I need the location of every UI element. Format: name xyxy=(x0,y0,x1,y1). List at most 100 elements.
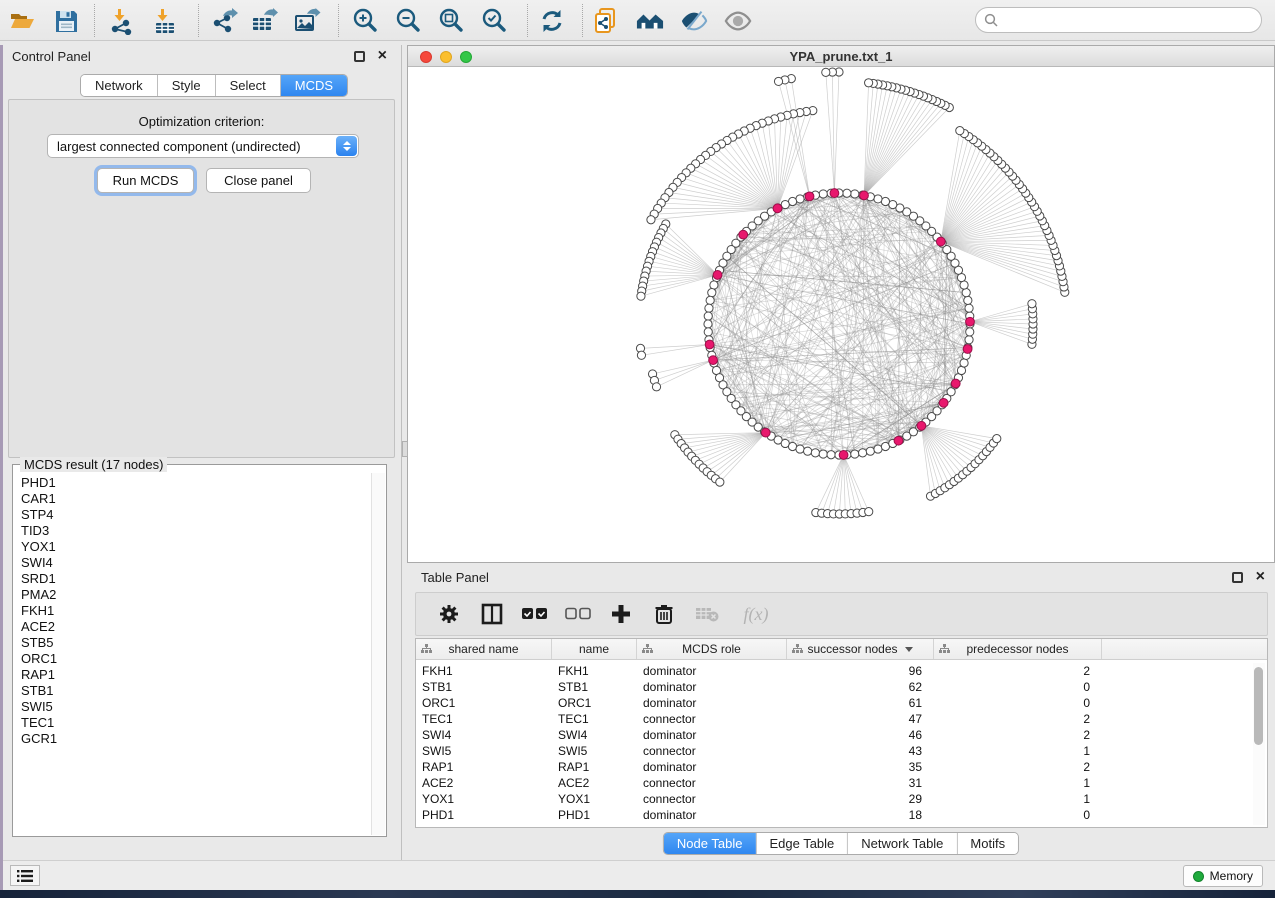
table-cell[interactable]: dominator xyxy=(637,695,787,711)
network-overview-icon[interactable] xyxy=(636,7,664,35)
mcds-result-item[interactable]: PMA2 xyxy=(21,587,372,603)
tab-mcds[interactable]: MCDS xyxy=(281,75,347,96)
mcds-result-list[interactable]: PHD1CAR1STP4TID3YOX1SWI4SRD1PMA2FKH1ACE2… xyxy=(14,473,372,835)
network-node[interactable] xyxy=(827,451,835,459)
network-node[interactable] xyxy=(796,195,804,203)
network-node[interactable] xyxy=(774,77,782,85)
network-node[interactable] xyxy=(819,450,827,458)
network-window-titlebar[interactable]: YPA_prune.txt_1 xyxy=(408,46,1274,67)
table-row[interactable]: SWI4SWI4dominator462 xyxy=(416,727,1267,743)
table-cell[interactable]: 2 xyxy=(934,727,1102,743)
network-node[interactable] xyxy=(819,190,827,198)
table-cell[interactable]: connector xyxy=(637,775,787,791)
show-all-icon[interactable] xyxy=(724,7,752,35)
table-cell[interactable]: 96 xyxy=(787,663,934,679)
table-cell[interactable]: dominator xyxy=(637,807,787,823)
table-row[interactable]: FKH1FKH1dominator962 xyxy=(416,663,1267,679)
node-table-body[interactable]: FKH1FKH1dominator962STB1STB1dominator620… xyxy=(416,663,1267,823)
column-header-MCDS-role[interactable]: MCDS role xyxy=(637,639,787,659)
table-cell[interactable]: YOX1 xyxy=(552,791,637,807)
export-image-icon[interactable] xyxy=(293,7,321,35)
table-cell[interactable]: 1 xyxy=(934,791,1102,807)
mcds-result-item[interactable]: SWI4 xyxy=(21,555,372,571)
network-node[interactable] xyxy=(874,445,882,453)
network-node[interactable] xyxy=(647,216,655,224)
table-cell[interactable]: FKH1 xyxy=(552,663,637,679)
hide-selected-icon[interactable] xyxy=(680,7,708,35)
dominator-node[interactable] xyxy=(894,436,903,445)
network-node[interactable] xyxy=(704,312,712,320)
tab-select[interactable]: Select xyxy=(216,75,281,96)
table-cell[interactable]: ACE2 xyxy=(552,775,637,791)
dominator-node[interactable] xyxy=(966,317,975,326)
zoom-fit-icon[interactable] xyxy=(437,7,465,35)
column-header-name[interactable]: name xyxy=(552,639,637,659)
network-node[interactable] xyxy=(851,190,859,198)
network-node[interactable] xyxy=(811,449,819,457)
network-node[interactable] xyxy=(788,442,796,450)
tab-motifs[interactable]: Motifs xyxy=(957,833,1018,854)
dominator-node[interactable] xyxy=(963,345,972,354)
mcds-result-item[interactable]: PHD1 xyxy=(21,475,372,491)
network-node[interactable] xyxy=(637,351,645,359)
settings-gear-icon[interactable] xyxy=(436,601,462,627)
dominator-node[interactable] xyxy=(761,428,770,437)
table-cell[interactable]: RAP1 xyxy=(416,759,552,775)
export-network-icon[interactable] xyxy=(211,7,239,35)
table-cell[interactable]: 47 xyxy=(787,711,934,727)
network-node[interactable] xyxy=(881,197,889,205)
network-node[interactable] xyxy=(960,359,968,367)
close-panel-icon[interactable]: × xyxy=(378,46,387,66)
table-cell[interactable]: TEC1 xyxy=(416,711,552,727)
import-network-icon[interactable] xyxy=(108,7,136,35)
table-cell[interactable]: 61 xyxy=(787,695,934,711)
network-node[interactable] xyxy=(874,195,882,203)
network-node[interactable] xyxy=(859,449,867,457)
network-node[interactable] xyxy=(705,304,713,312)
column-header-shared-name[interactable]: shared name xyxy=(416,639,552,659)
table-cell[interactable]: connector xyxy=(637,711,787,727)
save-session-icon[interactable] xyxy=(52,7,80,35)
close-panel-icon[interactable]: × xyxy=(1256,567,1265,587)
table-cell[interactable]: dominator xyxy=(637,663,787,679)
mcds-result-item[interactable]: ACE2 xyxy=(21,619,372,635)
mcds-result-item[interactable]: CAR1 xyxy=(21,491,372,507)
network-node[interactable] xyxy=(965,336,973,344)
table-row[interactable]: SWI5SWI5connector431 xyxy=(416,743,1267,759)
network-node[interactable] xyxy=(822,68,830,76)
mcds-result-item[interactable]: SWI5 xyxy=(21,699,372,715)
float-window-icon[interactable] xyxy=(354,51,365,62)
dominator-node[interactable] xyxy=(705,340,714,349)
network-node[interactable] xyxy=(708,289,716,297)
table-cell[interactable]: 62 xyxy=(787,679,934,695)
zoom-selected-icon[interactable] xyxy=(480,7,508,35)
table-cell[interactable]: STB1 xyxy=(552,679,637,695)
network-node[interactable] xyxy=(993,435,1001,443)
network-node[interactable] xyxy=(704,328,712,336)
dominator-node[interactable] xyxy=(713,271,722,280)
float-window-icon[interactable] xyxy=(1232,572,1243,583)
table-cell[interactable]: SWI4 xyxy=(552,727,637,743)
table-cell[interactable]: ACE2 xyxy=(416,775,552,791)
network-node[interactable] xyxy=(956,127,964,135)
table-row[interactable]: RAP1RAP1dominator352 xyxy=(416,759,1267,775)
search-box[interactable] xyxy=(975,7,1262,33)
table-cell[interactable]: PHD1 xyxy=(552,807,637,823)
mcds-result-item[interactable]: GCR1 xyxy=(21,731,372,747)
table-cell[interactable]: TEC1 xyxy=(552,711,637,727)
network-node[interactable] xyxy=(851,450,859,458)
dominator-node[interactable] xyxy=(839,451,848,460)
table-cell[interactable]: 2 xyxy=(934,711,1102,727)
table-cell[interactable]: 2 xyxy=(934,663,1102,679)
table-cell[interactable]: ORC1 xyxy=(416,695,552,711)
table-row[interactable]: ACE2ACE2connector311 xyxy=(416,775,1267,791)
table-cell[interactable]: connector xyxy=(637,791,787,807)
mcds-result-item[interactable]: STB1 xyxy=(21,683,372,699)
task-history-button[interactable] xyxy=(10,865,40,886)
panel-splitter-handle[interactable] xyxy=(402,441,408,457)
table-cell[interactable]: SWI5 xyxy=(552,743,637,759)
mcds-result-item[interactable]: RAP1 xyxy=(21,667,372,683)
network-node[interactable] xyxy=(1028,300,1036,308)
select-all-icon[interactable] xyxy=(522,601,548,627)
network-node[interactable] xyxy=(962,289,970,297)
